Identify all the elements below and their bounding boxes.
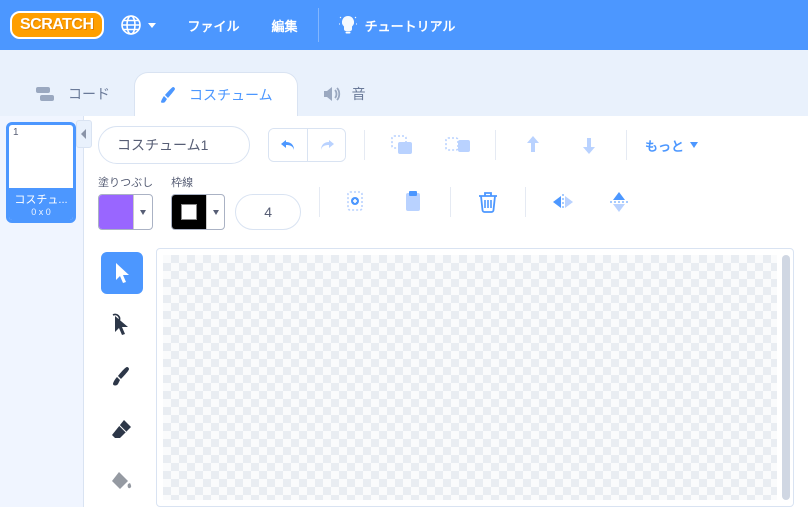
costume-thumbnail[interactable]: 1 コスチュ... 0 x 0	[6, 122, 76, 223]
brush-icon	[159, 85, 179, 105]
fill-label: 塗りつぶし	[98, 174, 153, 190]
outline-width-input[interactable]	[235, 194, 301, 230]
edit-menu[interactable]: 編集	[256, 0, 314, 50]
tab-sounds-label: 音	[352, 84, 366, 104]
more-label: もっと	[645, 136, 684, 155]
separator	[626, 130, 627, 160]
copy-icon	[346, 190, 368, 214]
tab-code-label: コード	[68, 84, 110, 104]
chevron-down-icon	[148, 23, 156, 28]
scratch-logo[interactable]: SCRATCH	[10, 11, 104, 39]
outline-swatch	[172, 195, 206, 229]
toolbar-row-1: もっと	[98, 126, 794, 164]
sidebar-collapse-handle[interactable]	[76, 120, 92, 148]
more-menu[interactable]: もっと	[645, 136, 698, 155]
tab-row: コード コスチューム 音	[0, 50, 808, 116]
lightbulb-icon	[339, 15, 357, 35]
undo-button[interactable]	[269, 129, 307, 161]
language-menu[interactable]	[104, 0, 172, 50]
outline-control: 枠線	[171, 174, 301, 230]
costume-size: 0 x 0	[11, 207, 71, 217]
select-tool[interactable]	[101, 252, 143, 294]
redo-icon	[317, 137, 337, 153]
trash-icon	[478, 191, 498, 213]
main-area: 1 コスチュ... 0 x 0	[0, 116, 808, 507]
outline-dropdown[interactable]	[206, 195, 224, 229]
menu-bar: SCRATCH ファイル 編集 チュートリアル	[0, 0, 808, 50]
vertical-scrollbar[interactable]	[782, 255, 790, 500]
menu-separator	[318, 8, 319, 42]
flip-horizontal-button[interactable]	[544, 185, 582, 219]
tutorials-label: チュートリアル	[365, 16, 456, 35]
bucket-icon	[111, 471, 133, 491]
file-menu[interactable]: ファイル	[172, 0, 256, 50]
fill-control: 塗りつぶし	[98, 174, 153, 230]
outline-label: 枠線	[171, 174, 301, 190]
outline-color-button[interactable]	[171, 194, 225, 230]
down-arrow-icon	[580, 134, 598, 156]
up-arrow-icon	[524, 134, 542, 156]
tab-costumes[interactable]: コスチューム	[134, 72, 298, 116]
costume-thumb-footer: コスチュ... 0 x 0	[9, 188, 73, 220]
sound-icon	[322, 85, 342, 103]
pointer-icon	[112, 261, 132, 285]
ungroup-button[interactable]	[439, 128, 477, 162]
separator	[450, 187, 451, 217]
costume-name: コスチュ...	[11, 191, 71, 207]
separator	[364, 130, 365, 160]
code-icon	[36, 85, 58, 103]
separator	[319, 187, 320, 217]
paste-button[interactable]	[394, 185, 432, 219]
toolbar-row-2: 塗りつぶし 枠線	[98, 174, 794, 230]
costume-list-sidebar: 1 コスチュ... 0 x 0	[0, 116, 84, 507]
reshape-tool[interactable]	[101, 304, 143, 346]
ungroup-icon	[445, 134, 471, 156]
canvas-checker	[163, 255, 777, 500]
costume-preview	[9, 140, 73, 188]
paint-brush-icon	[111, 365, 133, 389]
flip-horizontal-icon	[550, 192, 576, 212]
group-icon	[390, 134, 414, 156]
eraser-icon	[110, 418, 134, 440]
tab-sounds[interactable]: 音	[298, 72, 390, 116]
brush-tool[interactable]	[101, 356, 143, 398]
group-button[interactable]	[383, 128, 421, 162]
chevron-down-icon	[690, 142, 698, 148]
undo-icon	[278, 137, 298, 153]
copy-button[interactable]	[338, 185, 376, 219]
canvas[interactable]	[156, 248, 794, 507]
tab-code[interactable]: コード	[12, 72, 134, 116]
paint-editor: もっと 塗りつぶし 枠線	[84, 116, 808, 507]
fill-tool[interactable]	[101, 460, 143, 502]
tab-costumes-label: コスチューム	[189, 85, 273, 105]
paste-icon	[402, 190, 424, 214]
separator	[495, 130, 496, 160]
forward-button[interactable]	[514, 128, 552, 162]
delete-button[interactable]	[469, 185, 507, 219]
backward-button[interactable]	[570, 128, 608, 162]
costume-number: 1	[9, 125, 73, 140]
eraser-tool[interactable]	[101, 408, 143, 450]
flip-vertical-icon	[608, 190, 630, 214]
tutorials-button[interactable]: チュートリアル	[323, 0, 472, 50]
fill-color-button[interactable]	[98, 194, 153, 230]
undo-redo-group	[268, 128, 346, 162]
separator	[525, 187, 526, 217]
flip-vertical-button[interactable]	[600, 185, 638, 219]
workspace	[98, 248, 794, 507]
fill-swatch	[99, 195, 133, 229]
globe-icon	[120, 14, 142, 36]
costume-name-input[interactable]	[98, 126, 250, 164]
tool-column	[98, 248, 146, 507]
reshape-icon	[111, 313, 133, 337]
fill-dropdown[interactable]	[133, 195, 151, 229]
redo-button[interactable]	[307, 129, 345, 161]
